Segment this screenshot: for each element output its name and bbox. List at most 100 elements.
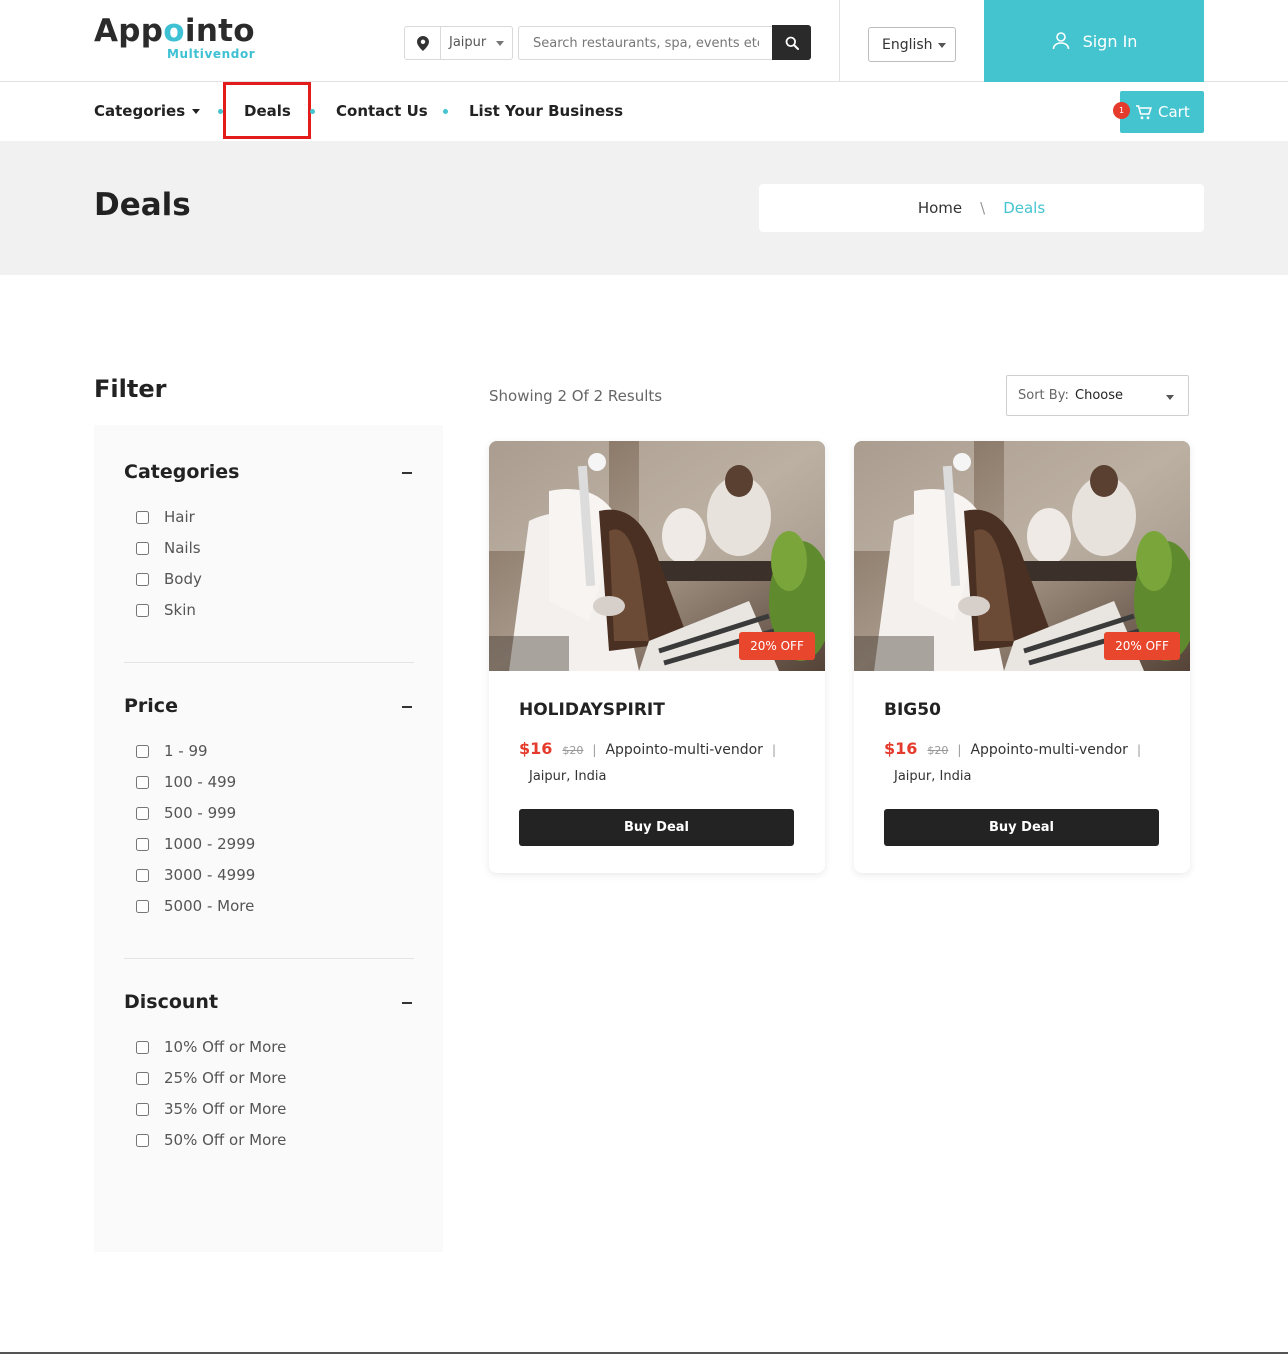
cart-count-badge: 1: [1113, 102, 1130, 119]
language-value: English: [882, 37, 933, 53]
filter-group-title-discount: Discount: [124, 991, 219, 1013]
filter-option[interactable]: Body: [136, 569, 202, 589]
sign-in-button[interactable]: Sign In: [984, 0, 1204, 82]
collapse-minus-icon[interactable]: [402, 706, 412, 708]
sort-label: Sort By:: [1018, 388, 1069, 403]
filter-option-label: Nails: [164, 539, 201, 557]
chevron-down-icon: [938, 43, 946, 48]
filter-checkbox[interactable]: [136, 510, 149, 524]
breadcrumb-separator: \: [980, 199, 986, 217]
deal-image[interactable]: 20% OFF: [489, 441, 825, 671]
sort-value: Choose: [1075, 388, 1123, 403]
deal-old-price: $20: [927, 744, 949, 757]
buy-deal-button[interactable]: Buy Deal: [884, 809, 1159, 846]
filter-group-title-price: Price: [124, 695, 178, 717]
meta-separator: |: [1136, 743, 1141, 757]
filter-checkbox[interactable]: [136, 868, 149, 882]
cart-button[interactable]: Cart: [1120, 91, 1204, 133]
filter-option[interactable]: Skin: [136, 600, 196, 620]
logo-text-suffix: into: [184, 13, 255, 49]
filter-checkbox[interactable]: [136, 603, 149, 617]
filter-group-title-categories: Categories: [124, 461, 240, 483]
deal-title[interactable]: BIG50: [884, 700, 941, 720]
filter-divider: [124, 958, 414, 959]
caret-down-icon: [192, 109, 201, 114]
filter-option-label: 1000 - 2999: [164, 835, 256, 853]
language-select[interactable]: English: [868, 27, 956, 62]
filter-option[interactable]: 1 - 99: [136, 741, 208, 761]
breadcrumb-home[interactable]: Home: [918, 199, 962, 217]
page-title: Deals: [94, 187, 191, 223]
sign-in-label: Sign In: [1082, 31, 1138, 51]
filter-option-label: 1 - 99: [164, 742, 208, 760]
logo[interactable]: Appointo Multivendor: [94, 13, 255, 61]
logo-text-prefix: App: [94, 13, 164, 49]
filter-option[interactable]: Nails: [136, 538, 201, 558]
page-banner: Deals Home \ Deals: [0, 141, 1288, 275]
nav-categories[interactable]: Categories: [94, 102, 201, 120]
filter-checkbox[interactable]: [136, 837, 149, 851]
filter-checkbox[interactable]: [136, 1040, 149, 1054]
filter-option[interactable]: 35% Off or More: [136, 1099, 286, 1119]
map-pin-icon: [405, 27, 441, 59]
filter-checkbox[interactable]: [136, 1071, 149, 1085]
filter-checkbox[interactable]: [136, 572, 149, 586]
filter-option-label: Skin: [164, 601, 196, 619]
top-header: Appointo Multivendor Jaipur English Sign…: [0, 0, 1288, 82]
deal-vendor: Appointo-multi-vendor: [605, 742, 763, 758]
filter-checkbox[interactable]: [136, 1133, 149, 1147]
nav-separator-dot: [310, 109, 315, 114]
deal-card[interactable]: 20% OFF HOLIDAYSPIRIT $16 $20 | Appointo-mu…: [489, 441, 825, 873]
buy-deal-button[interactable]: Buy Deal: [519, 809, 794, 846]
search-button[interactable]: [772, 25, 811, 60]
chevron-down-icon: [1166, 395, 1174, 400]
filter-checkbox[interactable]: [136, 806, 149, 820]
collapse-minus-icon[interactable]: [402, 472, 412, 474]
filter-option-label: 100 - 499: [164, 773, 237, 791]
deal-card[interactable]: 20% OFF BIG50 $16 $20 | Appointo-multi-vend…: [854, 441, 1190, 873]
filter-option-label: Body: [164, 570, 202, 588]
deal-image[interactable]: 20% OFF: [854, 441, 1190, 671]
deal-title[interactable]: HOLIDAYSPIRIT: [519, 700, 665, 720]
search-input[interactable]: [518, 26, 773, 60]
search-icon: [785, 36, 799, 50]
deal-old-price: $20: [562, 744, 584, 757]
filter-checkbox[interactable]: [136, 775, 149, 789]
sort-select[interactable]: Sort By: Choose: [1006, 375, 1189, 416]
nav-categories-label: Categories: [94, 102, 186, 120]
cart-label: Cart: [1158, 103, 1190, 121]
deal-meta: $16 $20 | Appointo-multi-vendor |: [884, 739, 1174, 761]
filter-option-label: 10% Off or More: [164, 1038, 287, 1056]
location-select[interactable]: Jaipur: [404, 26, 513, 60]
filter-option[interactable]: Hair: [136, 507, 195, 527]
deal-location: Jaipur, India: [529, 769, 607, 784]
logo-text-accent: o: [163, 13, 185, 49]
cart-icon: [1136, 104, 1152, 119]
filter-option[interactable]: 5000 - More: [136, 896, 254, 916]
filter-option[interactable]: 50% Off or More: [136, 1130, 286, 1150]
filter-option-label: 35% Off or More: [164, 1100, 287, 1118]
nav-list-your-business[interactable]: List Your Business: [469, 102, 623, 120]
filter-option[interactable]: 1000 - 2999: [136, 834, 255, 854]
filter-option[interactable]: 500 - 999: [136, 803, 236, 823]
filter-option[interactable]: 3000 - 4999: [136, 865, 255, 885]
deal-vendor: Appointo-multi-vendor: [970, 742, 1128, 758]
meta-separator: |: [771, 743, 776, 757]
nav-contact-us[interactable]: Contact Us: [336, 102, 428, 120]
filter-checkbox[interactable]: [136, 899, 149, 913]
filter-checkbox[interactable]: [136, 541, 149, 555]
filter-option[interactable]: 25% Off or More: [136, 1068, 286, 1088]
deal-price: $16: [519, 739, 553, 758]
main-nav: Categories Deals Contact Us List Your Bu…: [0, 82, 1288, 141]
discount-badge: 20% OFF: [1104, 632, 1180, 660]
filter-checkbox[interactable]: [136, 744, 149, 758]
chevron-down-icon: [496, 41, 504, 46]
user-icon: [1052, 32, 1069, 50]
filter-checkbox[interactable]: [136, 1102, 149, 1116]
deal-location: Jaipur, India: [894, 769, 972, 784]
filter-option[interactable]: 100 - 499: [136, 772, 236, 792]
collapse-minus-icon[interactable]: [402, 1002, 412, 1004]
filter-option[interactable]: 10% Off or More: [136, 1037, 286, 1057]
filter-option-label: 5000 - More: [164, 897, 255, 915]
breadcrumb: Home \ Deals: [759, 184, 1204, 232]
